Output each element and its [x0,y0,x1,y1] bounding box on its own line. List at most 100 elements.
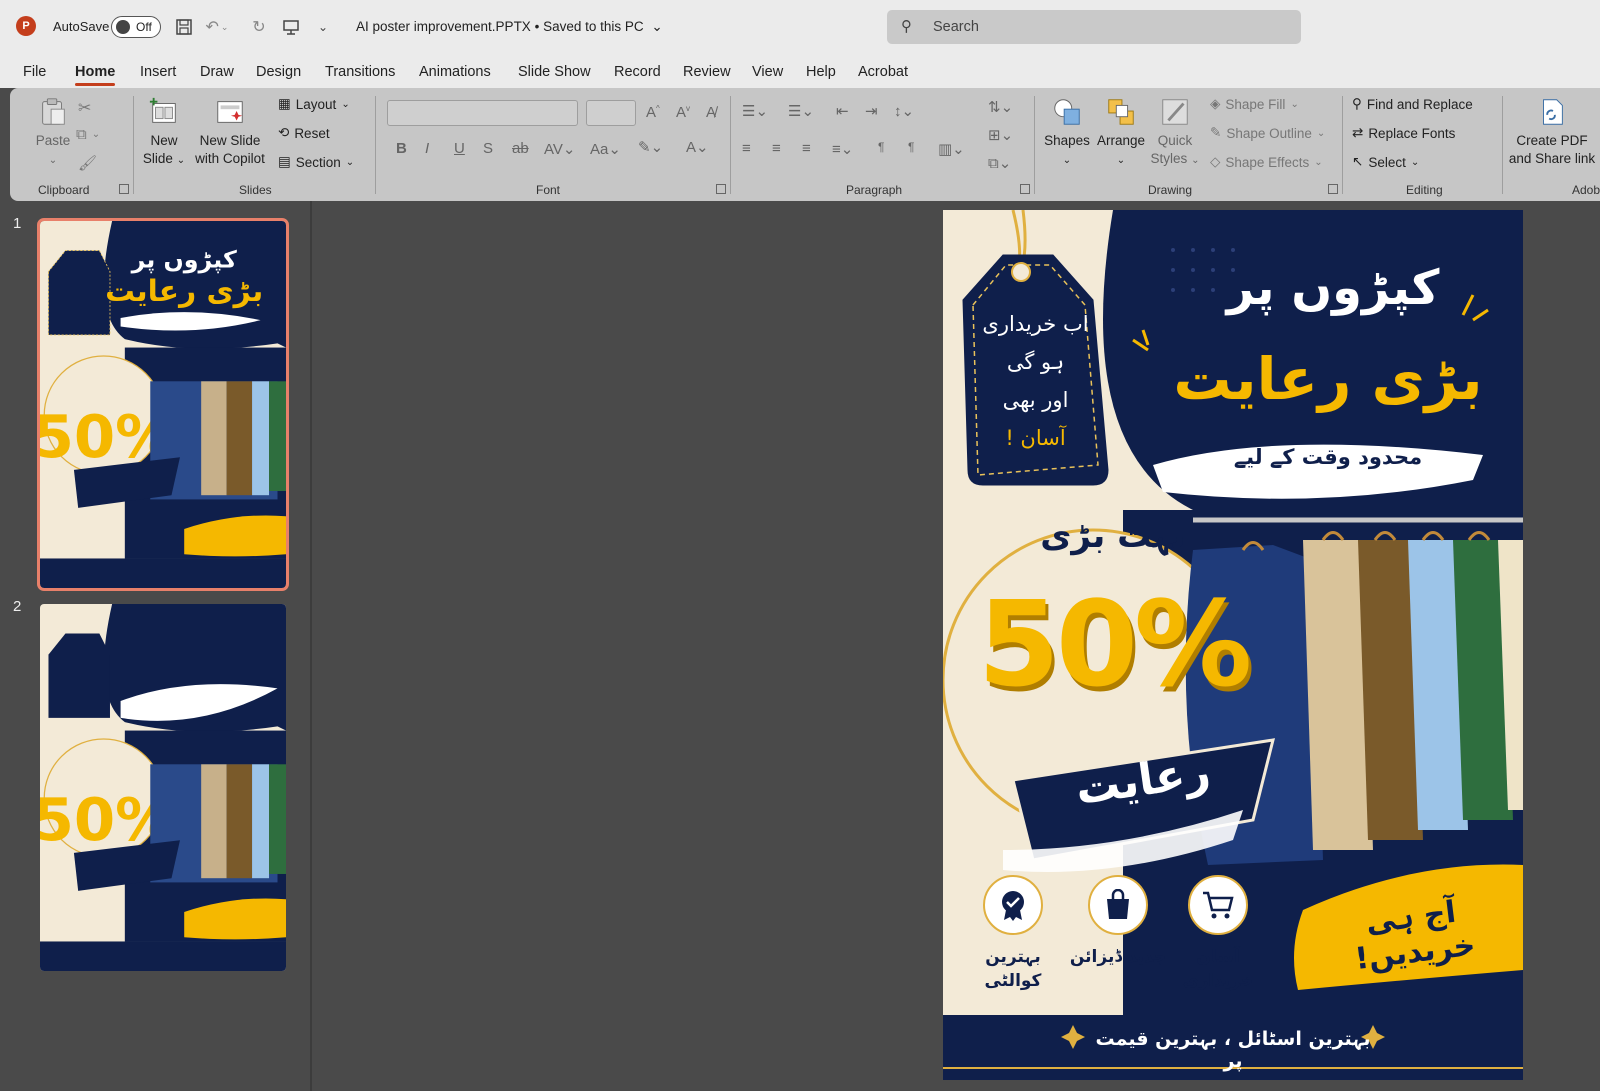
replace-fonts-button[interactable]: ⇄ Replace Fonts [1352,125,1455,141]
tab-draw[interactable]: Draw [200,64,234,80]
find-replace-button[interactable]: ⚲ Find and Replace [1352,96,1473,112]
strikethrough-icon[interactable]: ab [512,140,529,157]
smartart-icon[interactable]: ⧉⌄ [988,154,1011,172]
drawing-launcher-icon[interactable] [1328,184,1338,194]
font-size-dropdown[interactable] [586,100,636,126]
quick-styles-button[interactable]: Quick Styles ⌄ [1150,96,1200,170]
paragraph-launcher-icon[interactable] [1020,184,1030,194]
chevron-down-icon: ⌄ [651,19,663,34]
font-name-dropdown[interactable] [387,100,578,126]
paragraph-label: Paragraph [846,183,903,197]
tab-acrobat[interactable]: Acrobat [858,64,908,80]
undo-icon[interactable]: ↶ ⌄ [204,16,230,38]
autosave-toggle[interactable]: Off [111,16,161,38]
tab-file[interactable]: File [23,64,46,80]
slide-canvas[interactable]: اب خریداری ہو گی اور بھی آسان ! کپڑوں پر… [943,210,1523,1080]
line-spacing-icon[interactable]: ↕⌄ [894,102,914,120]
highlight-icon[interactable]: ✎⌄ [638,138,663,156]
new-slide-button[interactable]: New Slide ⌄ [142,96,186,170]
increase-font-icon[interactable]: A^ [646,104,660,121]
tab-slide-show[interactable]: Slide Show [518,64,591,80]
very-big-text: بہت بڑی [1040,516,1186,556]
align-center-icon[interactable]: ≡ [772,140,781,157]
rtl-icon[interactable]: ¶ [908,140,914,154]
reset-button[interactable]: ⟲ Reset [278,125,330,141]
change-case-icon[interactable]: Aa⌄ [590,140,621,158]
reset-icon: ⟲ [278,125,290,140]
clear-formatting-icon[interactable]: A̸ [706,104,716,121]
tab-view[interactable]: View [752,64,783,80]
new-slide-copilot-button[interactable]: New Slide with Copilot [190,96,270,168]
tab-home[interactable]: Home [75,64,116,86]
decrease-indent-icon[interactable]: ⇤ [836,102,849,120]
clipboard-launcher-icon[interactable] [119,184,129,194]
section-icon: ▤ [278,154,291,169]
slide-thumbnail-2[interactable]: 50% [40,604,286,971]
shape-effects-button[interactable]: ◇ Shape Effects ⌄ [1210,154,1323,170]
shape-fill-button[interactable]: ◈ Shape Fill ⌄ [1210,96,1299,112]
document-title[interactable]: AI poster improvement.PPTX • Saved to th… [356,19,663,35]
search-placeholder: Search [933,19,979,35]
increase-indent-icon[interactable]: ⇥ [865,102,878,120]
italic-icon[interactable]: I [425,140,429,157]
select-button[interactable]: ↖ Select ⌄ [1352,154,1419,170]
paste-icon [42,98,65,125]
search-box[interactable]: ⚲ Search [887,10,1301,44]
tab-transitions[interactable]: Transitions [325,64,395,80]
font-color-icon[interactable]: A⌄ [686,138,709,156]
clipboard-label: Clipboard [38,183,90,197]
arrange-icon [1108,99,1134,125]
replace-icon: ⇄ [1352,125,1364,140]
format-painter-icon[interactable]: 🖌 [78,154,97,172]
svg-text:کپڑوں پر: کپڑوں پر [131,245,237,273]
arrange-button[interactable]: Arrange ⌄ [1094,96,1148,170]
tab-animations[interactable]: Animations [419,64,491,80]
headline-1: کپڑوں پر [1226,260,1440,316]
quick-styles-icon [1162,99,1188,125]
redo-icon[interactable]: ↻ [248,16,270,38]
customize-toolbar-icon[interactable]: ⌄ [313,16,333,38]
bullets-icon[interactable]: ☰⌄ [742,102,768,120]
font-launcher-icon[interactable] [716,184,726,194]
cut-icon[interactable]: ✂ [78,98,91,118]
tag-line-4: آسان ! [1005,426,1066,450]
pane-divider[interactable] [310,201,312,1091]
present-icon[interactable] [280,16,302,38]
quality-badge-icon [983,875,1043,935]
shapes-button[interactable]: Shapes ⌄ [1042,96,1092,170]
tag-line-1: اب خریداری [982,312,1089,336]
align-text-icon[interactable]: ⊞⌄ [988,126,1013,144]
decrease-font-icon[interactable]: Av [676,104,690,121]
save-icon[interactable] [173,16,195,38]
tab-help[interactable]: Help [806,64,836,80]
numbering-icon[interactable]: ☰⌄ [788,102,814,120]
tab-insert[interactable]: Insert [140,64,176,80]
save-status: Saved to this PC [543,19,644,34]
section-button[interactable]: ▤ Section ⌄ [278,154,354,170]
text-direction-icon[interactable]: ⇅⌄ [988,98,1013,116]
pdf-link-icon [1543,99,1563,125]
tab-record[interactable]: Record [614,64,661,80]
ltr-icon[interactable]: ¶ [878,140,884,154]
thumb1-art: کپڑوں پر بڑی رعایت 50% [40,221,286,588]
thumb2-art: 50% [40,604,286,971]
tab-design[interactable]: Design [256,64,301,80]
columns-icon[interactable]: ▥⌄ [938,140,965,158]
underline-icon[interactable]: U [454,140,465,157]
shape-outline-button[interactable]: ✎ Shape Outline ⌄ [1210,125,1325,141]
align-left-icon[interactable]: ≡ [742,140,751,157]
tab-review[interactable]: Review [683,64,731,80]
slide-thumbnail-1[interactable]: کپڑوں پر بڑی رعایت 50% [37,218,289,591]
justify-icon[interactable]: ≡⌄ [832,140,853,158]
layout-button[interactable]: ▦ Layout ⌄ [278,96,350,112]
create-pdf-button[interactable]: Create PDF and Share link [1506,96,1598,168]
copy-icon[interactable]: ⧉ ⌄ [76,126,100,143]
paste-button[interactable]: Paste ⌄ [28,96,78,170]
character-spacing-icon[interactable]: AV⌄ [544,140,575,158]
feature-quality-label: بہترین کوالٹی [984,947,1042,991]
acrobat-label: Adob [1572,183,1600,197]
align-right-icon[interactable]: ≡ [802,140,811,157]
font-label: Font [536,183,561,197]
shadow-icon[interactable]: S [483,140,493,157]
bold-icon[interactable]: B [396,140,407,157]
